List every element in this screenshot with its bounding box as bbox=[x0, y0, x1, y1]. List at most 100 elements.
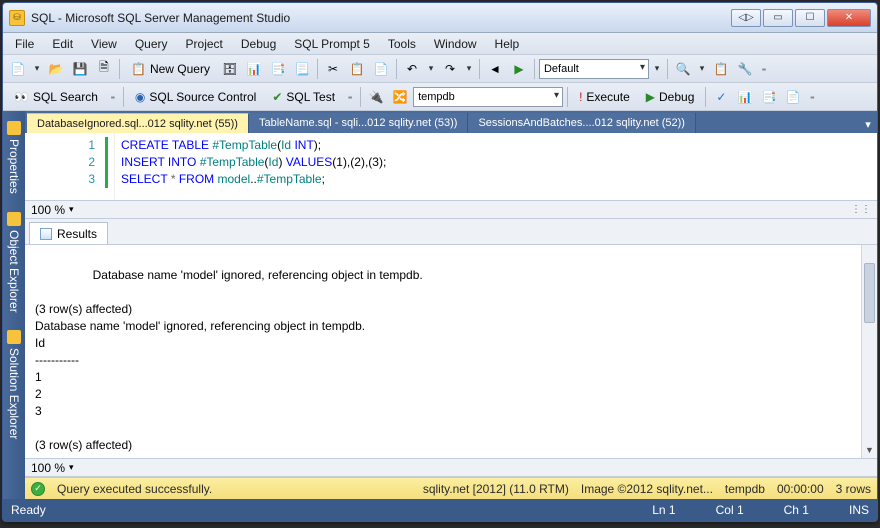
execute-button[interactable]: ! Execute bbox=[572, 86, 637, 108]
find-dropdown[interactable]: ▾ bbox=[696, 63, 708, 74]
query-options-button[interactable]: 📑 bbox=[758, 86, 780, 108]
debug-button[interactable]: ▶ Debug bbox=[639, 86, 702, 108]
results-panel[interactable]: Database name 'model' ignored, referenci… bbox=[25, 245, 877, 459]
menu-debug[interactable]: Debug bbox=[233, 35, 284, 53]
split-icon[interactable]: ⋮⋮ bbox=[851, 204, 871, 215]
sql-search-button[interactable]: 👀 SQL Search bbox=[7, 86, 105, 108]
save-button[interactable]: 💾 bbox=[69, 58, 91, 80]
window-controls: ◁▷ ▭ ☐ ✕ bbox=[731, 9, 871, 27]
sql-editor[interactable]: 123 CREATE TABLE #TempTable(Id INT);INSE… bbox=[25, 133, 877, 201]
zoom-dropdown-icon[interactable]: ▾ bbox=[69, 204, 74, 215]
scroll-down-icon[interactable]: ▼ bbox=[862, 442, 877, 458]
status-ins: INS bbox=[849, 503, 869, 517]
sql-search-icon: 👀 bbox=[14, 90, 29, 104]
results-tab[interactable]: Results bbox=[29, 222, 108, 244]
config-dropdown-caret[interactable]: ▾ bbox=[651, 63, 663, 74]
database-dropdown[interactable]: tempdb bbox=[413, 87, 563, 107]
execute-label: Execute bbox=[586, 90, 629, 104]
sidebar-tab-object-explorer[interactable]: Object Explorer bbox=[5, 206, 23, 319]
menu-tools[interactable]: Tools bbox=[380, 35, 424, 53]
parse-button[interactable]: ✓ bbox=[710, 86, 732, 108]
menubar: File Edit View Query Project Debug SQL P… bbox=[3, 33, 877, 55]
results-tab-label: Results bbox=[57, 227, 97, 241]
undo-button[interactable]: ↶ bbox=[401, 58, 423, 80]
toolbar-primary: 📄 ▾ 📂 💾 🗎 📋 New Query 🗄 📊 📑 📃 ✂ 📋 📄 ↶ ▾ … bbox=[3, 55, 877, 83]
find-button[interactable]: 🔍 bbox=[672, 58, 694, 80]
new-project-dropdown[interactable]: ▾ bbox=[31, 63, 43, 74]
options-caret[interactable]: ₌ bbox=[758, 63, 770, 74]
tab-sessions-batches[interactable]: SessionsAndBatches....012 sqlity.net (52… bbox=[468, 113, 695, 133]
connect-button[interactable]: 🔌 bbox=[365, 86, 387, 108]
status-success-icon: ✓ bbox=[31, 482, 45, 496]
menu-query[interactable]: Query bbox=[127, 35, 176, 53]
properties-icon bbox=[7, 121, 21, 135]
new-query-button[interactable]: 📋 New Query bbox=[124, 58, 217, 80]
object-explorer-icon bbox=[7, 212, 21, 226]
intellisense-button[interactable]: 📄 bbox=[782, 86, 804, 108]
menu-view[interactable]: View bbox=[83, 35, 125, 53]
results-text: Database name 'model' ignored, referenci… bbox=[35, 268, 423, 452]
sql-search-caret[interactable]: ₌ bbox=[107, 91, 119, 102]
sidebar-tab-solution-explorer[interactable]: Solution Explorer bbox=[5, 324, 23, 445]
analysis-query-button[interactable]: 📊 bbox=[243, 58, 265, 80]
editor-zoom-value[interactable]: 100 % bbox=[31, 203, 65, 217]
new-project-button[interactable]: 📄 bbox=[7, 58, 29, 80]
menu-help[interactable]: Help bbox=[487, 35, 528, 53]
maximize-button[interactable]: ☐ bbox=[795, 9, 825, 27]
redo-button[interactable]: ↷ bbox=[439, 58, 461, 80]
tab-overflow-button[interactable]: ▾ bbox=[859, 115, 877, 133]
results-zoom-dropdown-icon[interactable]: ▾ bbox=[69, 462, 74, 473]
redo-dropdown[interactable]: ▾ bbox=[463, 63, 475, 74]
execute-icon: ! bbox=[579, 90, 582, 104]
mdx-query-button[interactable]: 📑 bbox=[267, 58, 289, 80]
cut-button[interactable]: ✂ bbox=[322, 58, 344, 80]
sql-test-label: SQL Test bbox=[286, 90, 335, 104]
status-col: Col 1 bbox=[716, 503, 744, 517]
close-button[interactable]: ✕ bbox=[827, 9, 871, 27]
toolbox-button[interactable]: 🔧 bbox=[734, 58, 756, 80]
db-engine-query-button[interactable]: 🗄 bbox=[219, 58, 241, 80]
menu-sqlprompt[interactable]: SQL Prompt 5 bbox=[286, 35, 378, 53]
paste-button[interactable]: 📄 bbox=[370, 58, 392, 80]
properties-button[interactable]: 📋 bbox=[710, 58, 732, 80]
sql-source-control-label: SQL Source Control bbox=[149, 90, 256, 104]
restore-left-button[interactable]: ◁▷ bbox=[731, 9, 761, 27]
dmx-query-button[interactable]: 📃 bbox=[291, 58, 313, 80]
nav-back-button[interactable]: ◄ bbox=[484, 58, 506, 80]
solution-config-dropdown[interactable]: Default bbox=[539, 59, 649, 79]
minimize-button[interactable]: ▭ bbox=[763, 9, 793, 27]
scroll-thumb[interactable] bbox=[864, 263, 875, 323]
menu-file[interactable]: File bbox=[7, 35, 42, 53]
source-control-icon: ◉ bbox=[135, 90, 145, 104]
open-button[interactable]: 📂 bbox=[45, 58, 67, 80]
estimated-plan-button[interactable]: 📊 bbox=[734, 86, 756, 108]
tab-database-ignored[interactable]: DatabaseIgnored.sql...012 sqlity.net (55… bbox=[27, 113, 249, 133]
undo-dropdown[interactable]: ▾ bbox=[425, 63, 437, 74]
sidebar-tab-properties[interactable]: Properties bbox=[5, 115, 23, 200]
start-button[interactable]: ▶ bbox=[508, 58, 530, 80]
menu-window[interactable]: Window bbox=[426, 35, 485, 53]
results-zoom-value[interactable]: 100 % bbox=[31, 461, 65, 475]
results-icon bbox=[40, 228, 52, 240]
results-scrollbar[interactable]: ▲ ▼ bbox=[861, 245, 877, 458]
save-all-button[interactable]: 🗎 bbox=[93, 58, 115, 80]
toolbar2-caret[interactable]: ₌ bbox=[806, 91, 818, 102]
app-status-bar: Ready Ln 1 Col 1 Ch 1 INS bbox=[3, 499, 877, 521]
change-connection-button[interactable]: 🔀 bbox=[389, 86, 411, 108]
sql-test-icon: ✔ bbox=[272, 90, 282, 104]
menu-edit[interactable]: Edit bbox=[44, 35, 81, 53]
copy-button[interactable]: 📋 bbox=[346, 58, 368, 80]
sql-test-caret[interactable]: ₌ bbox=[344, 91, 356, 102]
editor-zoom-bar: 100 % ▾ ⋮⋮ bbox=[25, 201, 877, 219]
tab-table-name[interactable]: TableName.sql - sqli...012 sqlity.net (5… bbox=[249, 113, 469, 133]
menu-project[interactable]: Project bbox=[178, 35, 231, 53]
main-window: ⛁ SQL - Microsoft SQL Server Management … bbox=[2, 2, 878, 522]
query-status-bar: ✓ Query executed successfully. sqlity.ne… bbox=[25, 477, 877, 499]
results-tabstrip: Results bbox=[25, 219, 877, 245]
code-area[interactable]: CREATE TABLE #TempTable(Id INT);INSERT I… bbox=[115, 133, 877, 200]
debug-label: Debug bbox=[659, 90, 694, 104]
status-time: 00:00:00 bbox=[777, 482, 824, 496]
titlebar[interactable]: ⛁ SQL - Microsoft SQL Server Management … bbox=[3, 3, 877, 33]
sql-test-button[interactable]: ✔ SQL Test bbox=[265, 86, 342, 108]
sql-source-control-button[interactable]: ◉ SQL Source Control bbox=[128, 86, 263, 108]
